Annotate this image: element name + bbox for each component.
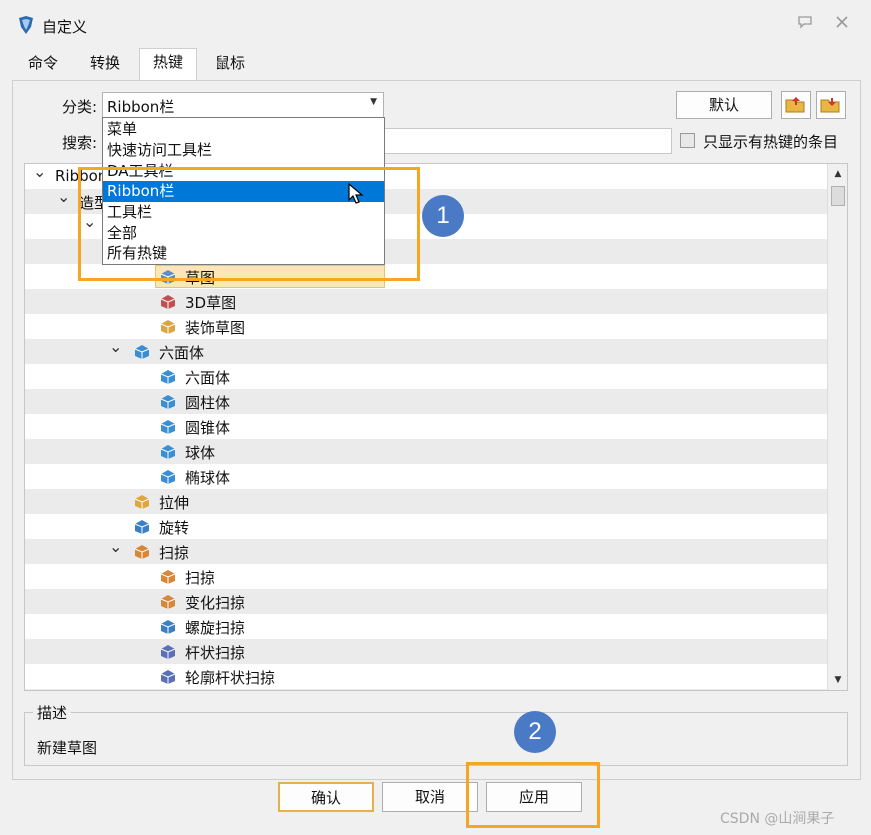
tree-row[interactable]: 螺旋扫掠 bbox=[25, 614, 828, 639]
revolve-icon bbox=[133, 518, 151, 535]
sweep-icon bbox=[159, 568, 177, 585]
tree-row[interactable]: 3D草图 bbox=[25, 289, 828, 314]
cone-icon bbox=[159, 418, 177, 435]
expand-chevron-icon[interactable]: ⌄ bbox=[109, 337, 122, 356]
tree-row-label: 六面体 bbox=[159, 344, 205, 362]
description-title: 描述 bbox=[33, 702, 72, 723]
scroll-up-icon[interactable]: ▲ bbox=[828, 165, 847, 183]
annotation-highlight-apply bbox=[466, 762, 600, 828]
scroll-down-icon[interactable]: ▼ bbox=[828, 671, 847, 689]
window-title: 自定义 bbox=[42, 18, 88, 36]
annotation-marker-1: 1 bbox=[422, 195, 464, 237]
tree-row[interactable]: 杆状扫掠 bbox=[25, 639, 828, 664]
tree-row-label: 扫掠 bbox=[185, 569, 216, 587]
profile-rod-sweep-icon bbox=[159, 668, 177, 685]
annotation-highlight-dropdown bbox=[78, 167, 420, 281]
category-option[interactable]: 快速访问工具栏 bbox=[103, 140, 384, 161]
expand-chevron-icon[interactable]: ⌄ bbox=[109, 687, 122, 690]
cylinder-icon bbox=[159, 393, 177, 410]
import-button[interactable] bbox=[781, 91, 811, 119]
tab-hotkeys[interactable]: 热键 bbox=[139, 48, 197, 80]
expand-chevron-icon[interactable]: ⌄ bbox=[33, 164, 46, 181]
box-icon bbox=[133, 343, 151, 360]
tree-row-label: 拉伸 bbox=[159, 494, 190, 512]
decor-sketch-icon bbox=[159, 318, 177, 335]
tree-row-label: 螺旋扫掠 bbox=[185, 619, 246, 637]
tree-row-label: 变化扫掠 bbox=[185, 594, 246, 612]
tree-row[interactable]: 圆锥体 bbox=[25, 414, 828, 439]
3d-sketch-icon bbox=[159, 293, 177, 310]
tree-row[interactable]: ⌄ 六面体 bbox=[25, 337, 828, 364]
tab-commands[interactable]: 命令 bbox=[14, 50, 72, 80]
expand-chevron-icon[interactable]: ⌄ bbox=[109, 537, 122, 556]
folder-open-icon bbox=[785, 97, 805, 113]
search-label: 搜索: bbox=[62, 134, 98, 152]
tree-row[interactable]: 圆柱体 bbox=[25, 389, 828, 414]
category-select-value: Ribbon栏 bbox=[107, 98, 175, 116]
tree-row[interactable]: ⌄放样 bbox=[25, 687, 828, 690]
close-icon[interactable] bbox=[832, 15, 852, 33]
export-button[interactable] bbox=[816, 91, 846, 119]
category-option[interactable]: 菜单 bbox=[103, 119, 384, 140]
ok-button[interactable]: 确认 bbox=[278, 782, 374, 812]
tree-row-label: 旋转 bbox=[159, 519, 190, 537]
tab-mouse[interactable]: 鼠标 bbox=[201, 50, 259, 80]
category-label: 分类: bbox=[62, 98, 98, 116]
tree-row[interactable]: ⌄ 扫掠 bbox=[25, 537, 828, 564]
category-select[interactable]: Ribbon栏 ▼ bbox=[102, 92, 384, 118]
tree-row-label: 圆锥体 bbox=[185, 419, 231, 437]
tree-row-label: 轮廓杆状扫掠 bbox=[185, 669, 276, 687]
hotkey-filter-label: 只显示有热键的条目 bbox=[703, 133, 839, 151]
chevron-down-icon: ▼ bbox=[370, 97, 377, 107]
scroll-thumb[interactable] bbox=[831, 186, 845, 206]
tree-row[interactable]: 装饰草图 bbox=[25, 314, 828, 339]
tree-row[interactable]: 旋转 bbox=[25, 514, 828, 539]
tree-row-label: 椭球体 bbox=[185, 469, 231, 487]
search-input[interactable] bbox=[384, 128, 672, 154]
tree-row[interactable]: 轮廓杆状扫掠 bbox=[25, 664, 828, 689]
annotation-marker-2: 2 bbox=[514, 711, 556, 753]
cancel-button[interactable]: 取消 bbox=[382, 782, 478, 812]
tree-row-label: 球体 bbox=[185, 444, 216, 462]
tree-scrollbar[interactable]: ▲ ▼ bbox=[827, 164, 847, 690]
mouse-pointer-icon bbox=[348, 183, 364, 204]
sphere-icon bbox=[159, 443, 177, 460]
spiral-sweep-icon bbox=[159, 618, 177, 635]
default-button[interactable]: 默认 bbox=[676, 91, 772, 119]
box-icon bbox=[159, 368, 177, 385]
help-icon[interactable] bbox=[795, 15, 815, 33]
tree-row-label: 六面体 bbox=[185, 369, 231, 387]
sweep-icon bbox=[133, 543, 151, 560]
description-group: 描述 新建草图 bbox=[24, 702, 848, 766]
description-text: 新建草图 bbox=[37, 739, 98, 757]
extrude-icon bbox=[133, 493, 151, 510]
variable-sweep-icon bbox=[159, 593, 177, 610]
tree-row[interactable]: 拉伸 bbox=[25, 489, 828, 514]
tree-row-label: 扫掠 bbox=[159, 544, 190, 562]
folder-export-icon bbox=[820, 98, 840, 113]
title-bar: 自定义 bbox=[0, 0, 871, 48]
tree-row-label: 圆柱体 bbox=[185, 394, 231, 412]
tree-row[interactable]: 球体 bbox=[25, 439, 828, 464]
tree-row-label: 装饰草图 bbox=[185, 319, 246, 337]
watermark: CSDN @山涧果子 bbox=[720, 811, 835, 827]
tree-row-label: 杆状扫掠 bbox=[185, 644, 246, 662]
ellipsoid-icon bbox=[159, 468, 177, 485]
tree-row[interactable]: 变化扫掠 bbox=[25, 589, 828, 614]
rod-sweep-icon bbox=[159, 643, 177, 660]
tab-convert[interactable]: 转换 bbox=[76, 50, 134, 80]
app-logo-icon bbox=[19, 16, 33, 34]
tree-row[interactable]: 椭球体 bbox=[25, 464, 828, 489]
hotkey-filter-checkbox[interactable] bbox=[680, 133, 695, 148]
tree-row[interactable]: 扫掠 bbox=[25, 564, 828, 589]
tree-row[interactable]: 六面体 bbox=[25, 364, 828, 389]
tree-row-label: 3D草图 bbox=[185, 294, 237, 312]
customize-dialog: 自定义 命令 转换 热键 鼠标 分类: Ribbon栏 ▼ 默认 搜索: 只显示… bbox=[0, 0, 871, 835]
expand-chevron-icon[interactable]: ⌄ bbox=[57, 187, 70, 206]
